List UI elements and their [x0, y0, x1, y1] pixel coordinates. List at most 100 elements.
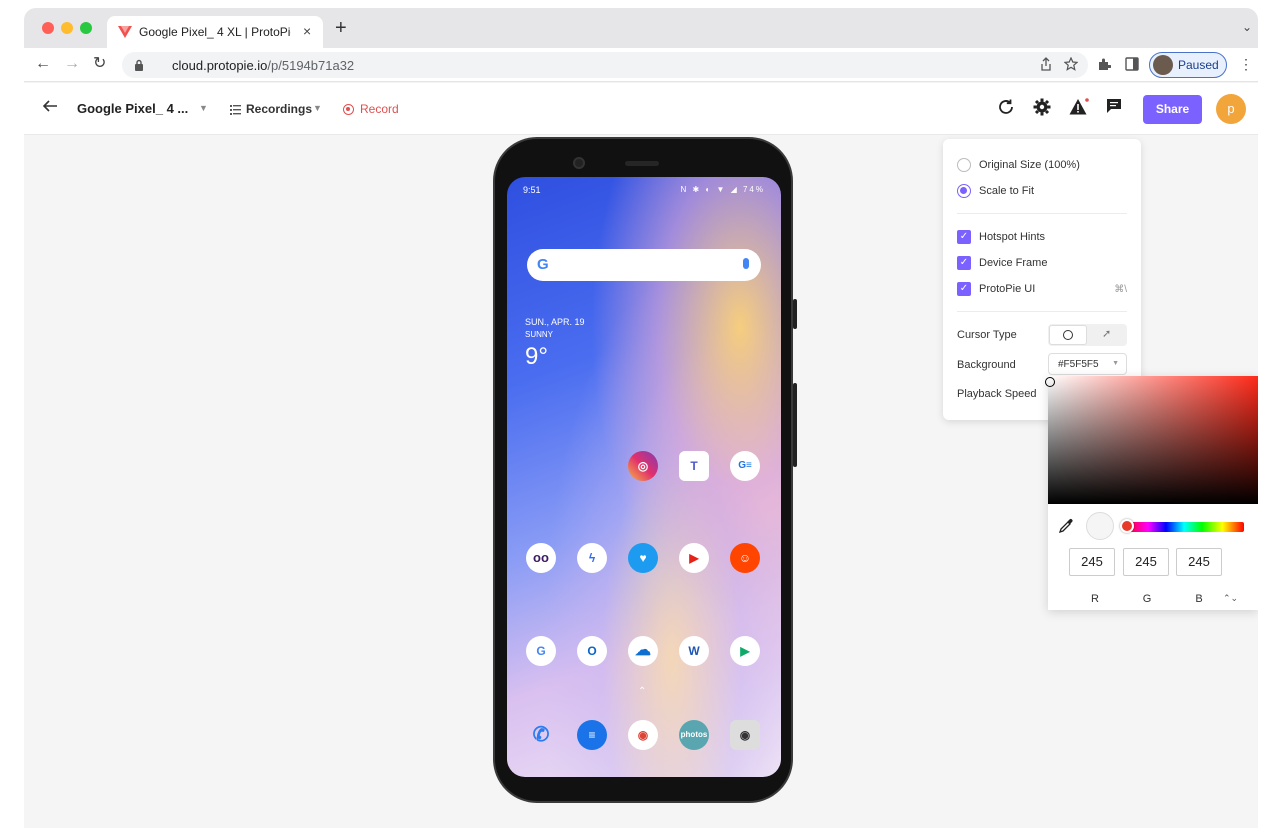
google-news-app-icon[interactable]: G≡ [730, 451, 760, 481]
current-color-swatch [1086, 512, 1114, 540]
google-folder-app-icon[interactable]: G [526, 636, 556, 666]
tab-close-icon[interactable]: × [303, 23, 311, 39]
tab-search-button[interactable]: ⌄ [1242, 20, 1252, 34]
app-drawer-arrow-icon[interactable]: ⌃ [638, 686, 646, 697]
profile-status: Paused [1178, 58, 1219, 72]
project-dropdown-icon[interactable]: ▼ [199, 103, 208, 113]
youtube-app-icon[interactable]: ▶ [679, 543, 709, 573]
project-title[interactable]: Google Pixel_ 4 ... [77, 101, 188, 116]
side-panel-icon[interactable] [1125, 57, 1139, 76]
original-size-radio[interactable] [957, 158, 971, 172]
volume-button [793, 383, 797, 467]
cursor-type-toggle[interactable]: ➚ [1048, 324, 1127, 346]
front-camera [573, 157, 585, 169]
device-frame: 9:51 N ✱ ◐ ▼ ◢ 74% G SUN., APR. 19 SUNNY… [493, 137, 797, 803]
scale-to-fit-label[interactable]: Scale to Fit [979, 185, 1034, 197]
chrome-app-icon[interactable]: ◉ [628, 720, 658, 750]
comment-icon[interactable] [1106, 98, 1122, 119]
recordings-dropdown[interactable]: Recordings [246, 102, 312, 116]
background-label: Background [957, 359, 1016, 371]
avatar [1153, 55, 1173, 75]
address-bar[interactable]: cloud.protopie.io/p/5194b71a32 [122, 52, 1088, 78]
cursor-type-label: Cursor Type [957, 329, 1017, 341]
browser-toolbar: ← → ↻ cloud.protopie.io/p/5194b71a32 Pau… [24, 48, 1258, 82]
power-button [793, 299, 797, 329]
teams-app-icon[interactable]: T [679, 451, 709, 481]
bookmark-star-icon[interactable] [1063, 56, 1079, 74]
user-avatar[interactable]: p [1216, 94, 1246, 124]
red-input[interactable]: 245 [1069, 548, 1115, 576]
word-app-icon[interactable]: W [679, 636, 709, 666]
settings-gear-icon[interactable] [1033, 98, 1051, 121]
status-time: 9:51 [523, 185, 541, 195]
reddit-app-icon[interactable]: ☺ [730, 543, 760, 573]
eyedropper-icon[interactable] [1058, 518, 1074, 539]
browser-menu-icon[interactable]: ⋮ [1239, 56, 1253, 73]
pointer-cursor-icon[interactable]: ➚ [1102, 327, 1111, 340]
blue-label: B [1195, 593, 1203, 605]
device-frame-checkbox[interactable]: ✓ [957, 256, 971, 270]
reload-button[interactable]: ↻ [93, 55, 106, 73]
hotspot-hints-label[interactable]: Hotspot Hints [979, 231, 1045, 243]
url-text: cloud.protopie.io/p/5194b71a32 [172, 58, 355, 73]
protopie-ui-label[interactable]: ProtoPie UI [979, 283, 1035, 295]
phone-app-icon[interactable]: ✆ [526, 720, 556, 750]
record-button[interactable]: Record [360, 102, 399, 116]
divider [957, 311, 1127, 312]
refresh-icon[interactable] [997, 98, 1015, 121]
microphone-icon[interactable] [743, 258, 749, 269]
twitter-app-icon[interactable]: ♥ [628, 543, 658, 573]
chevron-down-icon: ▼ [1112, 360, 1119, 367]
share-button[interactable]: Share [1143, 95, 1202, 124]
hotspot-hints-checkbox[interactable]: ✓ [957, 230, 971, 244]
green-input[interactable]: 245 [1123, 548, 1169, 576]
new-tab-button[interactable]: + [335, 18, 347, 38]
status-icons: N ✱ ◐ ▼ ◢ 74% [680, 185, 765, 194]
protopie-ui-checkbox[interactable]: ✓ [957, 282, 971, 296]
play-store-app-icon[interactable]: ▶ [730, 636, 760, 666]
hue-slider[interactable] [1124, 522, 1244, 532]
hue-slider-handle[interactable] [1120, 519, 1134, 533]
extensions-icon[interactable] [1097, 57, 1112, 76]
divider [957, 213, 1127, 214]
onedrive-app-icon[interactable]: ☁ [628, 636, 658, 666]
original-size-label[interactable]: Original Size (100%) [979, 159, 1080, 171]
share-page-icon[interactable] [1040, 57, 1052, 74]
messages-app-icon[interactable]: ≡ [577, 720, 607, 750]
maximize-window-button[interactable] [80, 22, 92, 34]
device-frame-label[interactable]: Device Frame [979, 257, 1047, 269]
outlook-app-icon[interactable]: O [577, 636, 607, 666]
messenger-app-icon[interactable]: ϟ [577, 543, 607, 573]
color-picker: 245 245 245 R G B ⌃⌄ [1045, 376, 1258, 610]
saturation-handle[interactable] [1045, 377, 1055, 387]
google-logo-icon: G [537, 256, 549, 273]
protopie-ui-shortcut: ⌘\ [1114, 284, 1127, 295]
amazon-photos-app-icon[interactable]: photos [679, 720, 709, 750]
app-header: Google Pixel_ 4 ... ▼ Recordings ▼ Recor… [24, 83, 1258, 135]
home-temperature: 9° [525, 343, 548, 370]
back-arrow-icon[interactable] [42, 98, 58, 119]
camera-app-icon[interactable]: ◉ [730, 720, 760, 750]
back-button[interactable]: ← [35, 55, 51, 73]
profile-button[interactable]: Paused [1149, 52, 1227, 78]
flickr-app-icon[interactable]: oo [526, 543, 556, 573]
home-weather: SUNNY [525, 330, 554, 339]
warning-icon[interactable] [1069, 98, 1089, 121]
forward-button[interactable]: → [64, 55, 80, 73]
recordings-dropdown-icon[interactable]: ▼ [313, 103, 322, 113]
background-color-select[interactable]: #F5F5F5 ▼ [1048, 353, 1127, 375]
circle-cursor-option[interactable] [1049, 325, 1087, 345]
instagram-app-icon[interactable]: ◎ [628, 451, 658, 481]
color-mode-toggle[interactable]: ⌃⌄ [1223, 593, 1238, 604]
google-search-bar[interactable]: G [527, 249, 761, 281]
device-screen[interactable]: 9:51 N ✱ ◐ ▼ ◢ 74% G SUN., APR. 19 SUNNY… [507, 177, 781, 777]
record-icon[interactable] [343, 104, 354, 115]
scale-to-fit-radio[interactable] [957, 184, 971, 198]
lock-icon[interactable] [134, 58, 144, 76]
blue-input[interactable]: 245 [1176, 548, 1222, 576]
minimize-window-button[interactable] [61, 22, 73, 34]
browser-tab[interactable]: Google Pixel_ 4 XL | ProtoPie Cloud × [107, 16, 323, 48]
close-window-button[interactable] [42, 22, 54, 34]
background-color-value: #F5F5F5 [1058, 359, 1099, 370]
saturation-area[interactable] [1045, 376, 1258, 504]
